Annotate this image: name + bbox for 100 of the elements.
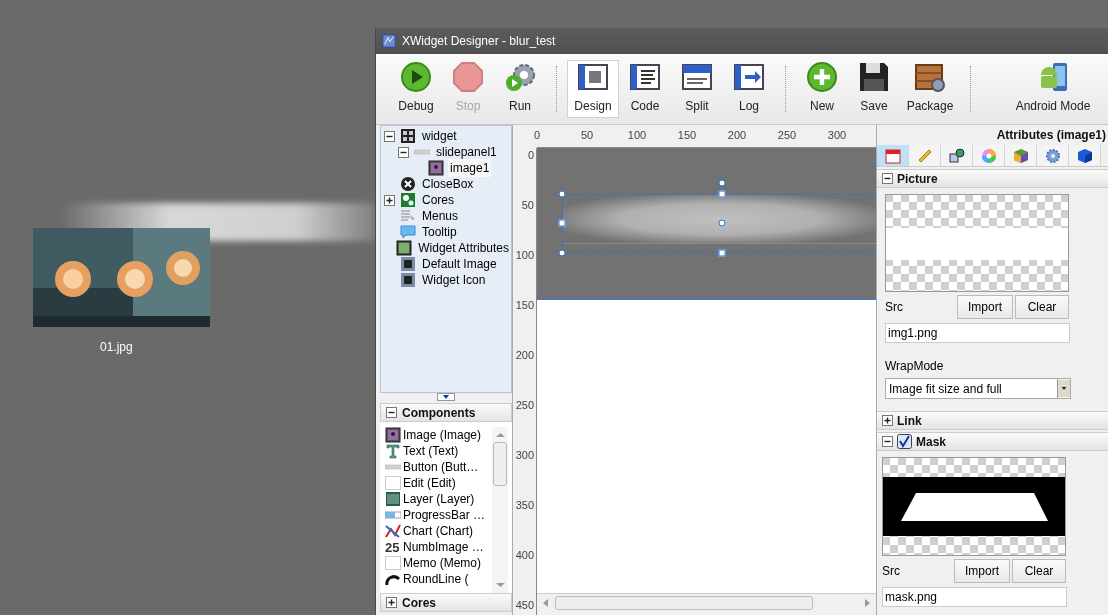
box-icon	[914, 61, 946, 93]
section-header[interactable]: Mask	[877, 432, 1108, 451]
window-icon	[733, 61, 765, 93]
grid-icon	[400, 128, 416, 144]
tree-item[interactable]: slidepanel1	[434, 143, 499, 161]
tab[interactable]	[1005, 145, 1037, 166]
stop-icon	[452, 61, 484, 93]
ruler-label: 50	[521, 197, 534, 213]
component-item[interactable]: Image (Image)	[403, 426, 482, 444]
section-header[interactable]: Components	[380, 403, 512, 422]
menu-icon	[400, 208, 416, 224]
collapse-icon[interactable]	[398, 146, 409, 158]
floppy-icon	[858, 61, 890, 93]
close-icon	[400, 176, 416, 192]
image-icon	[385, 427, 401, 443]
ruler-label: 250	[777, 128, 797, 143]
image-icon	[428, 160, 444, 176]
tree-item[interactable]: image1	[448, 159, 492, 177]
expand-icon[interactable]	[386, 597, 397, 608]
component-item[interactable]: NumbImage …	[403, 538, 484, 556]
clear-button[interactable]: Clear	[1015, 295, 1069, 319]
edit-icon	[385, 475, 401, 491]
file-label: 01.jpg	[100, 339, 133, 356]
component-item[interactable]: Edit (Edit)	[403, 474, 456, 492]
resize-handle[interactable]	[718, 219, 726, 227]
tree-item[interactable]: Widget Attributes	[416, 239, 511, 257]
layer-icon	[385, 491, 401, 507]
tab[interactable]	[1037, 145, 1069, 166]
src-field[interactable]: mask.png	[882, 587, 1067, 607]
text-icon	[385, 443, 401, 459]
tree-item[interactable]: Menus	[420, 207, 461, 225]
collapse-toggle-icon[interactable]	[437, 393, 455, 401]
component-item[interactable]: RoundLine (	[403, 570, 469, 588]
wrap-mode-dropdown[interactable]: Image fit size and full	[885, 378, 1071, 399]
tree-item[interactable]: Default Image	[420, 255, 499, 273]
ruler-label: 150	[515, 297, 534, 313]
tooltip-icon	[400, 224, 416, 240]
toolbar-button[interactable]: Run	[494, 60, 546, 118]
dropdown-arrow-icon[interactable]	[1057, 379, 1070, 398]
tab[interactable]	[941, 145, 973, 166]
scroll-thumb[interactable]	[493, 442, 507, 486]
toolbar-button[interactable]: Code	[619, 60, 671, 118]
resize-handle[interactable]	[718, 249, 726, 257]
src-field[interactable]: img1.png	[885, 323, 1070, 343]
window-icon	[681, 61, 713, 93]
component-item[interactable]: Button (Butt…	[403, 458, 479, 476]
section-header[interactable]: Picture	[877, 169, 1108, 188]
collapse-icon[interactable]	[882, 173, 893, 184]
calendar-icon	[884, 147, 901, 164]
collapse-icon[interactable]	[384, 130, 395, 142]
scroll-left-icon[interactable]	[541, 597, 551, 608]
ruler-label: 0	[527, 147, 534, 163]
expand-icon[interactable]	[384, 194, 395, 206]
scroll-right-icon[interactable]	[862, 597, 872, 608]
import-button[interactable]: Import	[954, 559, 1010, 583]
resize-handle[interactable]	[558, 219, 566, 227]
ruler-label: 200	[727, 128, 747, 143]
app-icon	[382, 34, 396, 48]
tree-item[interactable]: Tooltip	[420, 223, 459, 241]
tree-item[interactable]: Cores	[420, 191, 456, 209]
ruler-label: 350	[515, 497, 534, 513]
toolbar-button[interactable]: Save	[848, 60, 900, 118]
ruler-label: 250	[515, 397, 534, 413]
resize-handle[interactable]	[558, 249, 566, 257]
gear-icon	[504, 61, 536, 93]
collapse-icon[interactable]	[386, 407, 397, 418]
component-item[interactable]: Text (Text)	[403, 442, 459, 460]
component-item[interactable]: Chart (Chart)	[403, 522, 473, 540]
tab[interactable]	[1069, 145, 1101, 166]
toolbar-button[interactable]: Split	[671, 60, 723, 118]
expand-icon[interactable]	[882, 415, 893, 426]
toolbar-button[interactable]: Design	[567, 60, 619, 118]
cube-icon	[1076, 147, 1093, 164]
tree-item[interactable]: CloseBox	[420, 175, 476, 193]
toolbar-button[interactable]: New	[796, 60, 848, 118]
toolbar-button[interactable]: Debug	[390, 60, 442, 118]
clear-button[interactable]: Clear	[1012, 559, 1066, 583]
scroll-down-icon[interactable]	[495, 582, 505, 588]
import-button[interactable]: Import	[957, 295, 1013, 319]
toolbar-button[interactable]: Package	[900, 60, 960, 118]
component-item[interactable]: ProgressBar …	[403, 506, 486, 524]
checkbox[interactable]	[897, 434, 912, 449]
collapse-icon[interactable]	[882, 436, 893, 447]
resize-handle[interactable]	[558, 190, 566, 198]
toolbar-button[interactable]: Android Mode	[1009, 60, 1097, 118]
toolbar-button[interactable]: Log	[723, 60, 775, 118]
field-label: Src	[882, 563, 901, 580]
component-item[interactable]: Layer (Layer)	[403, 490, 475, 508]
component-item[interactable]: Memo (Memo)	[403, 554, 481, 572]
ruler-label: 150	[677, 128, 697, 143]
section-header[interactable]: Link	[877, 411, 1108, 430]
tree-item[interactable]: Widget Icon	[420, 271, 488, 289]
ruler-label: 100	[515, 247, 534, 263]
tab[interactable]	[877, 145, 909, 166]
ruler-label: 400	[515, 547, 534, 563]
section-header[interactable]: Cores	[380, 593, 512, 612]
play-icon	[400, 61, 432, 93]
tree-item[interactable]: widget	[420, 127, 459, 145]
scroll-up-icon[interactable]	[495, 432, 505, 438]
ruler-label: 0	[533, 128, 541, 143]
